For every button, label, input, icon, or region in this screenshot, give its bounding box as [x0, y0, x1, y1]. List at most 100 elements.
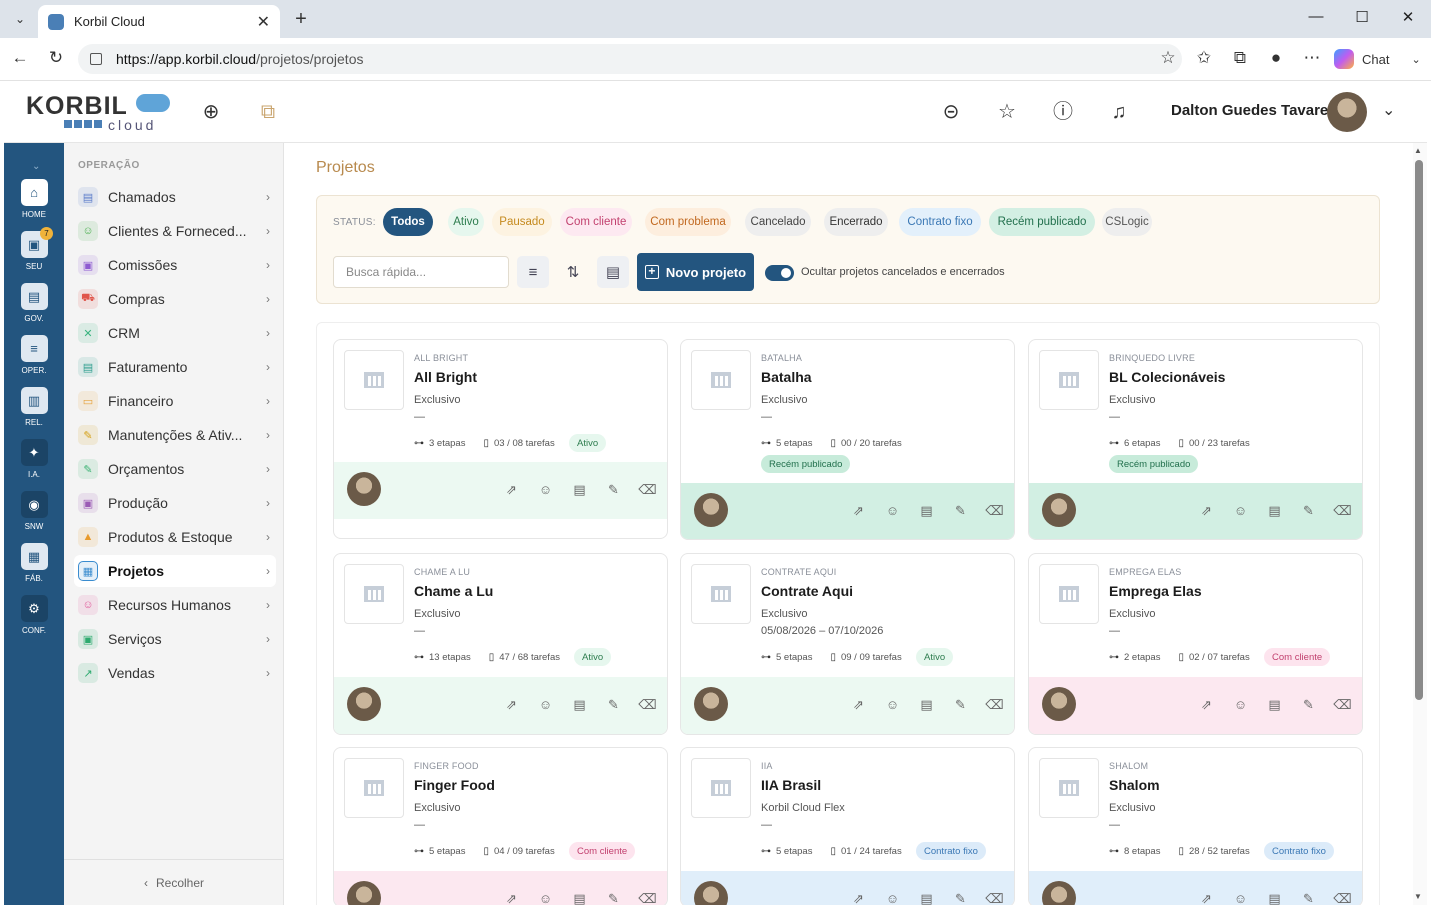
status-chip-pausado[interactable]: Pausado	[492, 208, 552, 236]
status-chip-recem-publicado[interactable]: Recém publicado	[989, 208, 1095, 236]
members-icon[interactable]: ☺	[883, 501, 902, 520]
back-arrow-icon[interactable]: ←	[8, 48, 32, 68]
project-name[interactable]: All Bright	[414, 369, 477, 385]
user-menu-chevron-icon[interactable]: ⌄	[1382, 100, 1395, 120]
filter-icon[interactable]: ≡	[517, 256, 549, 288]
open-external-icon[interactable]: ⇗	[502, 889, 521, 905]
quick-search-input[interactable]: Busca rápida...	[333, 256, 509, 288]
notes-icon[interactable]: ▤	[917, 889, 936, 905]
open-external-icon[interactable]: ⇗	[849, 889, 868, 905]
notes-icon[interactable]: ▤	[1265, 501, 1284, 520]
sidebar-item-clientes-forneced[interactable]: ☺ Clientes & Forneced... ›	[74, 215, 276, 247]
user-avatar[interactable]	[1327, 92, 1367, 132]
delete-trash-icon[interactable]: ⌫	[985, 889, 1004, 905]
help-icon[interactable]: ⓘ	[1051, 100, 1075, 124]
project-name[interactable]: BL Colecionáveis	[1109, 369, 1225, 385]
profile-icon[interactable]: ●	[1264, 48, 1288, 68]
sidebar-item-projetos[interactable]: ▦ Projetos ›	[74, 555, 276, 587]
rail-collapse-chevron-icon[interactable]: ⌄	[32, 161, 40, 172]
project-name[interactable]: Finger Food	[414, 777, 495, 793]
owner-avatar[interactable]	[694, 687, 728, 721]
edit-pencil-icon[interactable]: ✎	[1299, 695, 1318, 714]
notes-icon[interactable]: ▤	[570, 480, 589, 499]
rail-item-gov[interactable]: ▤ GOV.	[4, 283, 64, 323]
status-chip-ativo[interactable]: Ativo	[448, 208, 484, 236]
sort-icon[interactable]: ⇅	[557, 256, 589, 288]
list-view-icon[interactable]: ▤	[597, 256, 629, 288]
edit-pencil-icon[interactable]: ✎	[604, 695, 623, 714]
more-menu-icon[interactable]: ⋯	[1300, 48, 1324, 68]
sidebar-item-orcamentos[interactable]: ✎ Orçamentos ›	[74, 453, 276, 485]
status-chip-com-cliente[interactable]: Com cliente	[560, 208, 632, 236]
sidebar-item-producao[interactable]: ▣ Produção ›	[74, 487, 276, 519]
edit-pencil-icon[interactable]: ✎	[951, 695, 970, 714]
project-card[interactable]: EMPREGA ELAS Emprega Elas Exclusivo — ⊶ 2 eta…	[1028, 553, 1363, 735]
project-name[interactable]: Shalom	[1109, 777, 1160, 793]
project-name[interactable]: Batalha	[761, 369, 812, 385]
project-card[interactable]: FINGER FOOD Finger Food Exclusivo — ⊶ 5 etapa…	[333, 747, 668, 905]
hide-cancelled-toggle[interactable]	[765, 265, 794, 281]
maximize-icon[interactable]: ☐	[1347, 8, 1377, 26]
status-chip-com-problema[interactable]: Com problema	[645, 208, 731, 236]
add-circle-icon[interactable]: ⊕	[199, 100, 223, 124]
star-icon[interactable]: ☆	[995, 100, 1019, 124]
rail-item-conf[interactable]: ⚙ CONF.	[4, 595, 64, 635]
open-external-icon[interactable]: ⇗	[1197, 695, 1216, 714]
rail-item-ia[interactable]: ✦ I.A.	[4, 439, 64, 479]
new-tab-plus-icon[interactable]: +	[290, 8, 312, 31]
notification-bell-icon[interactable]: ♫	[1107, 100, 1131, 124]
status-chip-todos[interactable]: Todos	[383, 208, 433, 236]
project-card[interactable]: IIA IIA Brasil Korbil Cloud Flex — ⊶ 5 etapas…	[680, 747, 1015, 905]
open-external-icon[interactable]: ⇗	[849, 695, 868, 714]
sidebar-item-faturamento[interactable]: ▤ Faturamento ›	[74, 351, 276, 383]
edit-pencil-icon[interactable]: ✎	[604, 480, 623, 499]
members-icon[interactable]: ☺	[1231, 695, 1250, 714]
sidebar-item-comissoes[interactable]: ▣ Comissões ›	[74, 249, 276, 281]
status-chip-contrato-fixo[interactable]: Contrato fixo	[899, 208, 981, 236]
notes-icon[interactable]: ▤	[570, 889, 589, 905]
edit-pencil-icon[interactable]: ✎	[951, 501, 970, 520]
notes-icon[interactable]: ▤	[570, 695, 589, 714]
notes-icon[interactable]: ▤	[917, 501, 936, 520]
collapse-sidebar-button[interactable]: ‹ Recolher	[144, 876, 204, 890]
browser-tab[interactable]: Korbil Cloud ✕	[38, 5, 280, 38]
delete-trash-icon[interactable]: ⌫	[1333, 695, 1352, 714]
favorite-star-icon[interactable]: ☆	[1156, 48, 1180, 68]
favorites-icon[interactable]: ✩	[1192, 48, 1216, 68]
tab-close-icon[interactable]: ✕	[257, 12, 270, 32]
delete-trash-icon[interactable]: ⌫	[1333, 501, 1352, 520]
url-field[interactable]: https://app.korbil.cloud/projetos/projet…	[78, 44, 1182, 74]
owner-avatar[interactable]	[1042, 493, 1076, 527]
sidebar-item-manutencoes-ativ[interactable]: ✎ Manutenções & Ativ... ›	[74, 419, 276, 451]
project-card[interactable]: BATALHA Batalha Exclusivo — ⊶ 5 etapas ▯ 00 / 2…	[680, 339, 1015, 540]
owner-avatar[interactable]	[694, 493, 728, 527]
window-close-icon[interactable]: ✕	[1393, 8, 1423, 26]
notes-icon[interactable]: ▤	[1265, 695, 1284, 714]
edit-pencil-icon[interactable]: ✎	[1299, 501, 1318, 520]
status-chip-encerrado[interactable]: Encerrado	[824, 208, 888, 236]
status-chip-cancelado[interactable]: Cancelado	[745, 208, 811, 236]
open-external-icon[interactable]: ⇗	[1197, 889, 1216, 905]
members-icon[interactable]: ☺	[536, 695, 555, 714]
edit-pencil-icon[interactable]: ✎	[604, 889, 623, 905]
rail-item-fáb[interactable]: ▦ FÁB.	[4, 543, 64, 583]
sidebar-item-recursos-humanos[interactable]: ☺ Recursos Humanos ›	[74, 589, 276, 621]
collections-icon[interactable]: ⧉	[1228, 48, 1252, 68]
edit-pencil-icon[interactable]: ✎	[1299, 889, 1318, 905]
project-name[interactable]: IIA Brasil	[761, 777, 821, 793]
copilot-chat-button[interactable]: Chat ⌄	[1334, 45, 1421, 73]
scrollbar-thumb[interactable]	[1415, 160, 1423, 700]
sidebar-item-financeiro[interactable]: ▭ Financeiro ›	[74, 385, 276, 417]
tab-list-chevron-icon[interactable]: ⌄	[8, 8, 32, 30]
user-name[interactable]: Dalton Guedes Tavares	[1171, 102, 1337, 119]
site-info-icon[interactable]	[90, 53, 102, 65]
rail-item-rel[interactable]: ▥ REL.	[4, 387, 64, 427]
edit-pencil-icon[interactable]: ✎	[951, 889, 970, 905]
open-external-icon[interactable]: ⇗	[849, 501, 868, 520]
members-icon[interactable]: ☺	[536, 480, 555, 499]
members-icon[interactable]: ☺	[883, 889, 902, 905]
project-name[interactable]: Contrate Aqui	[761, 583, 853, 599]
open-external-icon[interactable]: ⇗	[1197, 501, 1216, 520]
new-project-button[interactable]: + Novo projeto	[637, 253, 754, 291]
project-card[interactable]: SHALOM Shalom Exclusivo — ⊶ 8 etapas ▯ 28 / 52 …	[1028, 747, 1363, 905]
